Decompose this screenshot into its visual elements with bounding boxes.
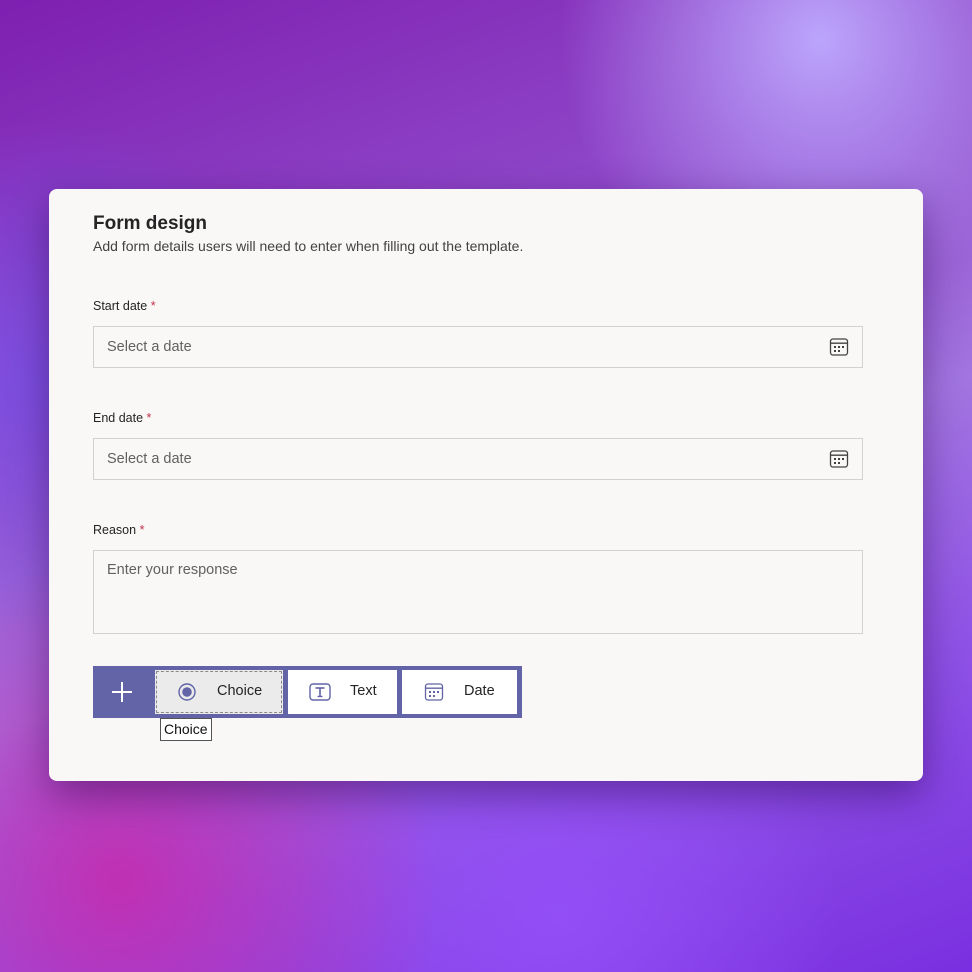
add-question-button[interactable] (93, 666, 151, 718)
required-marker: * (146, 411, 152, 425)
end-date-picker[interactable]: Select a date (93, 438, 863, 480)
required-marker: * (150, 299, 156, 313)
add-choice-label: Choice (217, 683, 263, 699)
start-date-label: Start date * (93, 299, 156, 313)
add-text-button[interactable]: Text (288, 670, 397, 714)
page-subtitle: Add form details users will need to ente… (93, 238, 524, 254)
add-date-button[interactable]: Date (402, 670, 517, 714)
end-date-placeholder: Select a date (107, 451, 192, 467)
add-date-label: Date (464, 683, 495, 699)
calendar-icon[interactable] (829, 337, 849, 357)
add-question-toolbar: Choice Text Date (93, 666, 522, 718)
radio-icon (177, 682, 197, 702)
add-choice-button[interactable]: Choice (155, 670, 283, 714)
calendar-icon (424, 682, 444, 702)
choice-tooltip: Choice (160, 718, 212, 741)
reason-placeholder: Enter your response (107, 562, 238, 578)
form-design-card: Form design Add form details users will … (49, 189, 923, 781)
reason-label: Reason * (93, 523, 144, 537)
reason-textarea[interactable]: Enter your response (93, 550, 863, 634)
text-box-icon (309, 682, 331, 702)
reason-label-text: Reason (93, 523, 137, 537)
start-date-placeholder: Select a date (107, 339, 192, 355)
add-text-label: Text (350, 683, 377, 699)
end-date-label-text: End date (93, 411, 144, 425)
start-date-label-text: Start date (93, 299, 148, 313)
calendar-icon[interactable] (829, 449, 849, 469)
required-marker: * (139, 523, 145, 537)
end-date-label: End date * (93, 411, 151, 425)
start-date-picker[interactable]: Select a date (93, 326, 863, 368)
page-title: Form design (93, 213, 208, 234)
